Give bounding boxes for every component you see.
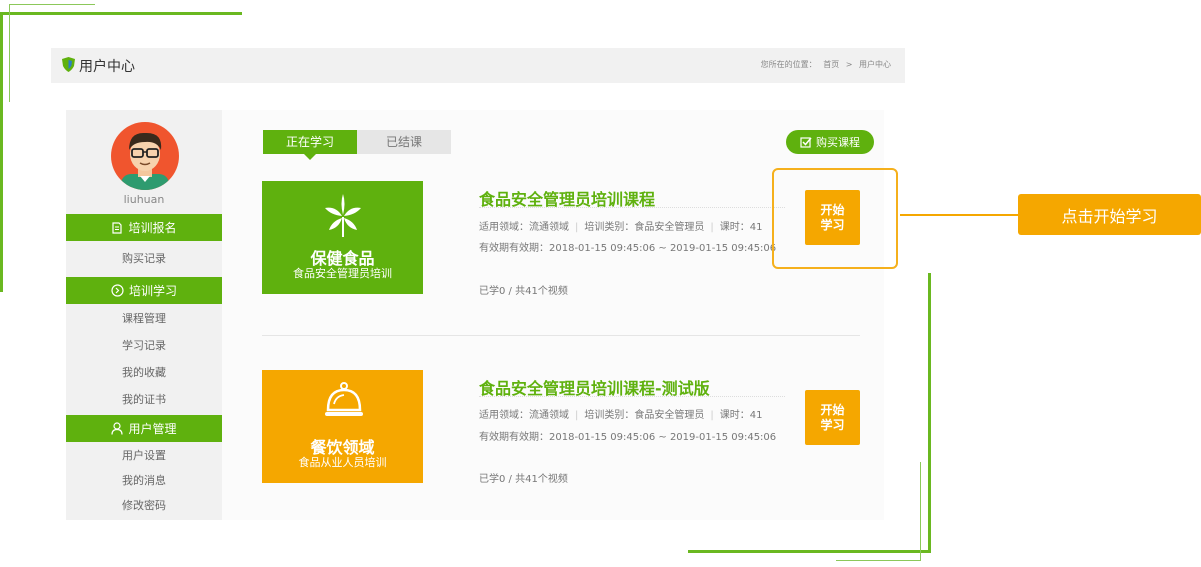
course-tabs: 正在学习 已结课 [263,130,451,160]
sidebar-section-label: 培训学习 [128,284,177,298]
sidebar-item-favorites[interactable]: 我的收藏 [66,364,222,380]
tab-studying[interactable]: 正在学习 [263,130,357,160]
decor-line-bottom-thin [836,560,921,561]
callout-label: 点击开始学习 [1018,194,1201,235]
course-validity: 有效期有效期：2018-01-15 09:45:06 ~ 2019-01-15 … [479,432,777,443]
header-bar: 用户中心 您所在的位置： 首页 > 用户中心 [51,48,905,83]
course-progress: 已学0 / 共41个视频 [479,286,568,297]
decor-line-right [928,273,931,553]
sidebar-section-enroll[interactable]: 培训报名 [66,214,222,241]
page-title: 用户中心 [79,59,135,75]
course-field: 适用领域：流通领域 [479,410,569,421]
circle-arrow-icon [111,284,124,297]
buy-course-label: 购买课程 [816,136,860,149]
sidebar-item-study-record[interactable]: 学习记录 [66,337,222,353]
decor-line-right-thin [920,462,921,560]
sidebar-section-user[interactable]: 用户管理 [66,415,222,442]
checkbox-icon [800,137,812,148]
breadcrumb-home[interactable]: 首页 [823,60,839,69]
decor-line-top-thin [9,4,95,5]
decor-line-left-thin [9,4,10,102]
sidebar-item-course-management[interactable]: 课程管理 [66,310,222,326]
course-cover[interactable]: 保健食品 食品安全管理员培训 [262,181,423,294]
breadcrumb: 您所在的位置： 首页 > 用户中心 [757,59,891,70]
course-meta: 适用领域：流通领域 | 培训类别：食品安全管理员 | 课时：41 [479,410,763,421]
sidebar-section-label: 培训报名 [128,221,177,235]
buy-course-button[interactable]: 购买课程 [786,130,874,154]
course-cover-subtitle: 食品安全管理员培训 [293,267,392,280]
course-category: 培训类别：食品安全管理员 [584,222,705,233]
avatar [111,122,179,190]
course-category: 培训类别：食品安全管理员 [584,410,705,421]
course-field: 适用领域：流通领域 [479,222,569,233]
course-cover-subtitle: 食品从业人员培训 [298,456,387,469]
callout-connector [900,214,1018,216]
sidebar-item-certificates[interactable]: 我的证书 [66,391,222,407]
course-progress: 已学0 / 共41个视频 [479,474,568,485]
course-divider [262,335,860,336]
tab-finished[interactable]: 已结课 [357,130,451,154]
course-hours: 课时：41 [719,222,763,233]
start-learning-label: 开始 学习 [820,402,845,432]
decor-line-bottom [688,550,931,553]
course-validity: 有效期有效期：2018-01-15 09:45:06 ~ 2019-01-15 … [479,243,777,254]
cloche-icon [325,382,363,416]
breadcrumb-prefix: 您所在的位置： [760,60,817,69]
sidebar-item-user-settings[interactable]: 用户设置 [66,447,222,463]
divider-dotted [479,396,785,397]
user-icon [111,422,124,435]
sidebar-item-purchase-record[interactable]: 购买记录 [66,250,222,266]
sidebar-section-study[interactable]: 培训学习 [66,277,222,304]
breadcrumb-sep: > [845,60,853,69]
sidebar-section-label: 用户管理 [128,422,177,436]
document-icon [112,221,123,234]
decor-line-top [0,12,242,15]
divider-dotted [479,207,785,208]
start-button-highlight [772,168,898,269]
decor-line-left [0,12,3,292]
start-learning-button[interactable]: 开始 学习 [805,390,860,445]
sidebar: liuhuan 培训报名 购买记录 培训学习 课程管理 学习记录 我的收藏 我的… [66,110,222,520]
sidebar-item-messages[interactable]: 我的消息 [66,472,222,488]
course-hours: 课时：41 [719,410,763,421]
breadcrumb-current: 用户中心 [859,60,891,69]
shield-icon [62,57,75,72]
sidebar-item-change-password[interactable]: 修改密码 [66,497,222,513]
main-panel: liuhuan 培训报名 购买记录 培训学习 课程管理 学习记录 我的收藏 我的… [66,110,884,520]
course-meta: 适用领域：流通领域 | 培训类别：食品安全管理员 | 课时：41 [479,222,763,233]
username: liuhuan [123,193,165,206]
leaf-icon [325,194,361,237]
course-cover[interactable]: 餐饮领域 食品从业人员培训 [262,370,423,483]
